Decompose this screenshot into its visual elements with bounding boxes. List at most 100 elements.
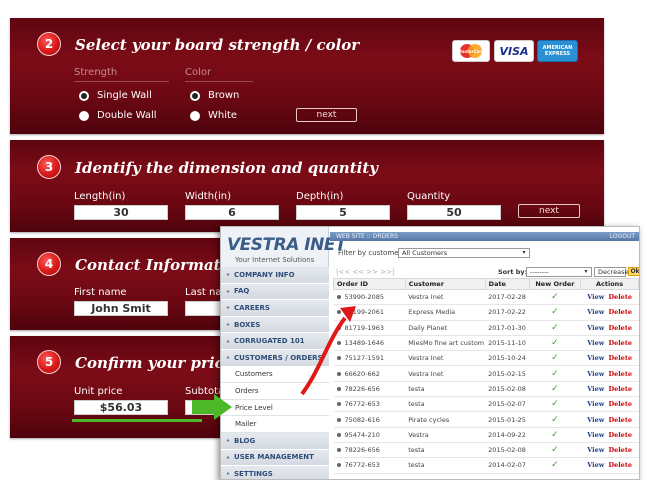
col-customer[interactable]: Customer xyxy=(404,278,486,290)
col-date[interactable]: Date xyxy=(484,278,530,290)
logo-tagline: Your Internet Solutions xyxy=(235,256,315,264)
bullet-icon xyxy=(336,310,341,315)
submenu-item-orders[interactable]: Orders xyxy=(221,383,329,400)
delete-link[interactable]: Delete xyxy=(608,416,632,424)
svg-text:MasterCard: MasterCard xyxy=(458,49,484,54)
check-icon: ✓ xyxy=(529,411,581,428)
menu-item-user-management[interactable]: USER MANAGEMENT xyxy=(221,449,329,467)
ok-button[interactable]: Ok xyxy=(628,267,639,276)
width-input[interactable]: 6 xyxy=(185,205,279,220)
view-link[interactable]: View xyxy=(587,431,604,439)
menu-item-settings[interactable]: SETTINGS xyxy=(221,466,329,479)
step-4-title: Contact Informatio xyxy=(75,256,237,274)
table-row[interactable]: 78226-656 testa 2015-02-08 ✓ View Delete xyxy=(333,442,639,459)
delete-link[interactable]: Delete xyxy=(608,293,632,301)
depth-input[interactable]: 5 xyxy=(296,205,390,220)
table-row[interactable]: 75082-616 Pirate cycles 2015-01-25 ✓ View De… xyxy=(333,411,639,428)
view-link[interactable]: View xyxy=(587,416,604,424)
width-label: Width(in) xyxy=(185,191,231,202)
view-link[interactable]: View xyxy=(587,308,604,316)
check-icon: ✓ xyxy=(529,381,581,398)
radio-brown-label: Brown xyxy=(208,90,240,101)
table-row[interactable]: 76772-653 testa 2014-02-07 ✓ View Delete xyxy=(333,457,639,474)
view-link[interactable]: View xyxy=(587,324,604,332)
table-row[interactable]: 76772-653 testa 2015-02-07 ✓ View Delete xyxy=(333,396,639,413)
col-order-id[interactable]: Order ID xyxy=(333,278,406,290)
menu-item-faq[interactable]: FAQ xyxy=(221,283,329,301)
radio-double-wall[interactable]: Double Wall xyxy=(79,110,157,121)
col-actions: Actions xyxy=(580,278,639,290)
view-link[interactable]: View xyxy=(587,293,604,301)
menu-item-blog[interactable]: BLOG xyxy=(221,432,329,450)
check-icon: ✓ xyxy=(529,442,581,459)
quantity-input[interactable]: 50 xyxy=(407,205,501,220)
delete-link[interactable]: Delete xyxy=(608,354,632,362)
table-row[interactable]: 53990-2085 Vestra Inet 2017-02-28 ✓ View Del… xyxy=(333,289,639,306)
table-row[interactable]: 95474-210 Vestra 2014-09-22 ✓ View Delete xyxy=(333,427,639,443)
cell-customer: testa xyxy=(405,457,486,474)
view-link[interactable]: View xyxy=(587,339,604,347)
sort-select[interactable]: -------- ▾ xyxy=(526,267,592,277)
filter-label: Filter by customer: xyxy=(338,249,404,257)
bullet-icon xyxy=(336,417,341,422)
delete-link[interactable]: Delete xyxy=(608,308,632,316)
radio-brown[interactable]: Brown xyxy=(190,90,239,101)
delete-link[interactable]: Delete xyxy=(608,400,632,408)
cell-date: 2014-09-22 xyxy=(485,427,530,443)
menu-item-customers-orders[interactable]: CUSTOMERS / ORDERS xyxy=(221,349,329,367)
view-link[interactable]: View xyxy=(587,354,604,362)
bullet-icon xyxy=(336,463,341,468)
delete-link[interactable]: Delete xyxy=(608,461,632,469)
delete-link[interactable]: Delete xyxy=(608,446,632,454)
cell-date: 2015-02-08 xyxy=(485,442,530,459)
delete-link[interactable]: Delete xyxy=(608,324,632,332)
view-link[interactable]: View xyxy=(587,370,604,378)
radio-selected-icon xyxy=(79,90,89,101)
table-row[interactable]: 66620-662 Vestra Inet 2015-02-15 ✓ View Dele… xyxy=(333,365,639,382)
pagination[interactable]: |<< << >> >>| xyxy=(336,268,394,276)
table-row[interactable]: 81199-2061 Express Media 2017-02-22 ✓ View D… xyxy=(333,304,639,321)
delete-link[interactable]: Delete xyxy=(608,385,632,393)
table-row[interactable]: 13489-1646 MiesMo fine art custom 2015-11-… xyxy=(333,335,639,352)
order-select[interactable]: Decrease xyxy=(594,267,628,277)
menu-item-corrugated-101[interactable]: CORRUGATED 101 xyxy=(221,333,329,350)
last-name-input[interactable] xyxy=(185,301,225,316)
submenu-item-mailer[interactable]: Mailer xyxy=(221,416,329,433)
delete-link[interactable]: Delete xyxy=(608,431,632,439)
col-new-order[interactable]: New Order xyxy=(528,278,582,290)
green-underline xyxy=(72,419,202,422)
check-icon: ✓ xyxy=(529,304,581,321)
step-3-next-button[interactable]: next xyxy=(518,204,580,218)
cell-customer: MiesMo fine art custom xyxy=(405,335,486,352)
length-input[interactable]: 30 xyxy=(74,205,168,220)
check-icon: ✓ xyxy=(529,457,581,474)
menu-item-careers[interactable]: CAREERS xyxy=(221,300,329,317)
cell-date: 2015-02-08 xyxy=(485,381,530,398)
menu-item-company-info[interactable]: COMPANY INFO xyxy=(221,267,329,284)
view-link[interactable]: View xyxy=(587,446,604,454)
step-2-next-button[interactable]: next xyxy=(296,108,357,122)
color-label: Color xyxy=(185,67,212,78)
cell-order-id: 95474-210 xyxy=(333,427,406,443)
cell-order-id: 75082-616 xyxy=(333,411,406,428)
submenu-item-customers[interactable]: Customers xyxy=(221,366,329,384)
customer-filter-select[interactable]: All Customers ▾ xyxy=(398,248,530,258)
view-link[interactable]: View xyxy=(587,385,604,393)
view-link[interactable]: View xyxy=(587,461,604,469)
radio-white[interactable]: White xyxy=(190,110,237,121)
first-name-input[interactable]: John Smit xyxy=(74,301,168,316)
delete-link[interactable]: Delete xyxy=(608,370,632,378)
logout-link[interactable]: LOGOUT xyxy=(610,233,635,240)
amex-icon: AMERICAN EXPRESS xyxy=(537,40,578,62)
cell-date: 2017-01-30 xyxy=(485,320,530,336)
radio-single-wall[interactable]: Single Wall xyxy=(79,90,152,101)
table-row[interactable]: 75127-1591 Vestra Inet 2015-10-24 ✓ View Del… xyxy=(333,350,639,367)
view-link[interactable]: View xyxy=(587,400,604,408)
submenu-item-price-level[interactable]: Price Level xyxy=(221,399,329,417)
cell-date: 2014-02-07 xyxy=(485,457,530,474)
unit-price-value: $56.03 xyxy=(74,400,168,415)
table-row[interactable]: 78226-656 testa 2015-02-08 ✓ View Delete xyxy=(333,381,639,398)
table-row[interactable]: 81719-1963 Daily Planet 2017-01-30 ✓ View De… xyxy=(333,320,639,336)
menu-item-boxes[interactable]: BOXES xyxy=(221,316,329,334)
delete-link[interactable]: Delete xyxy=(608,339,632,347)
